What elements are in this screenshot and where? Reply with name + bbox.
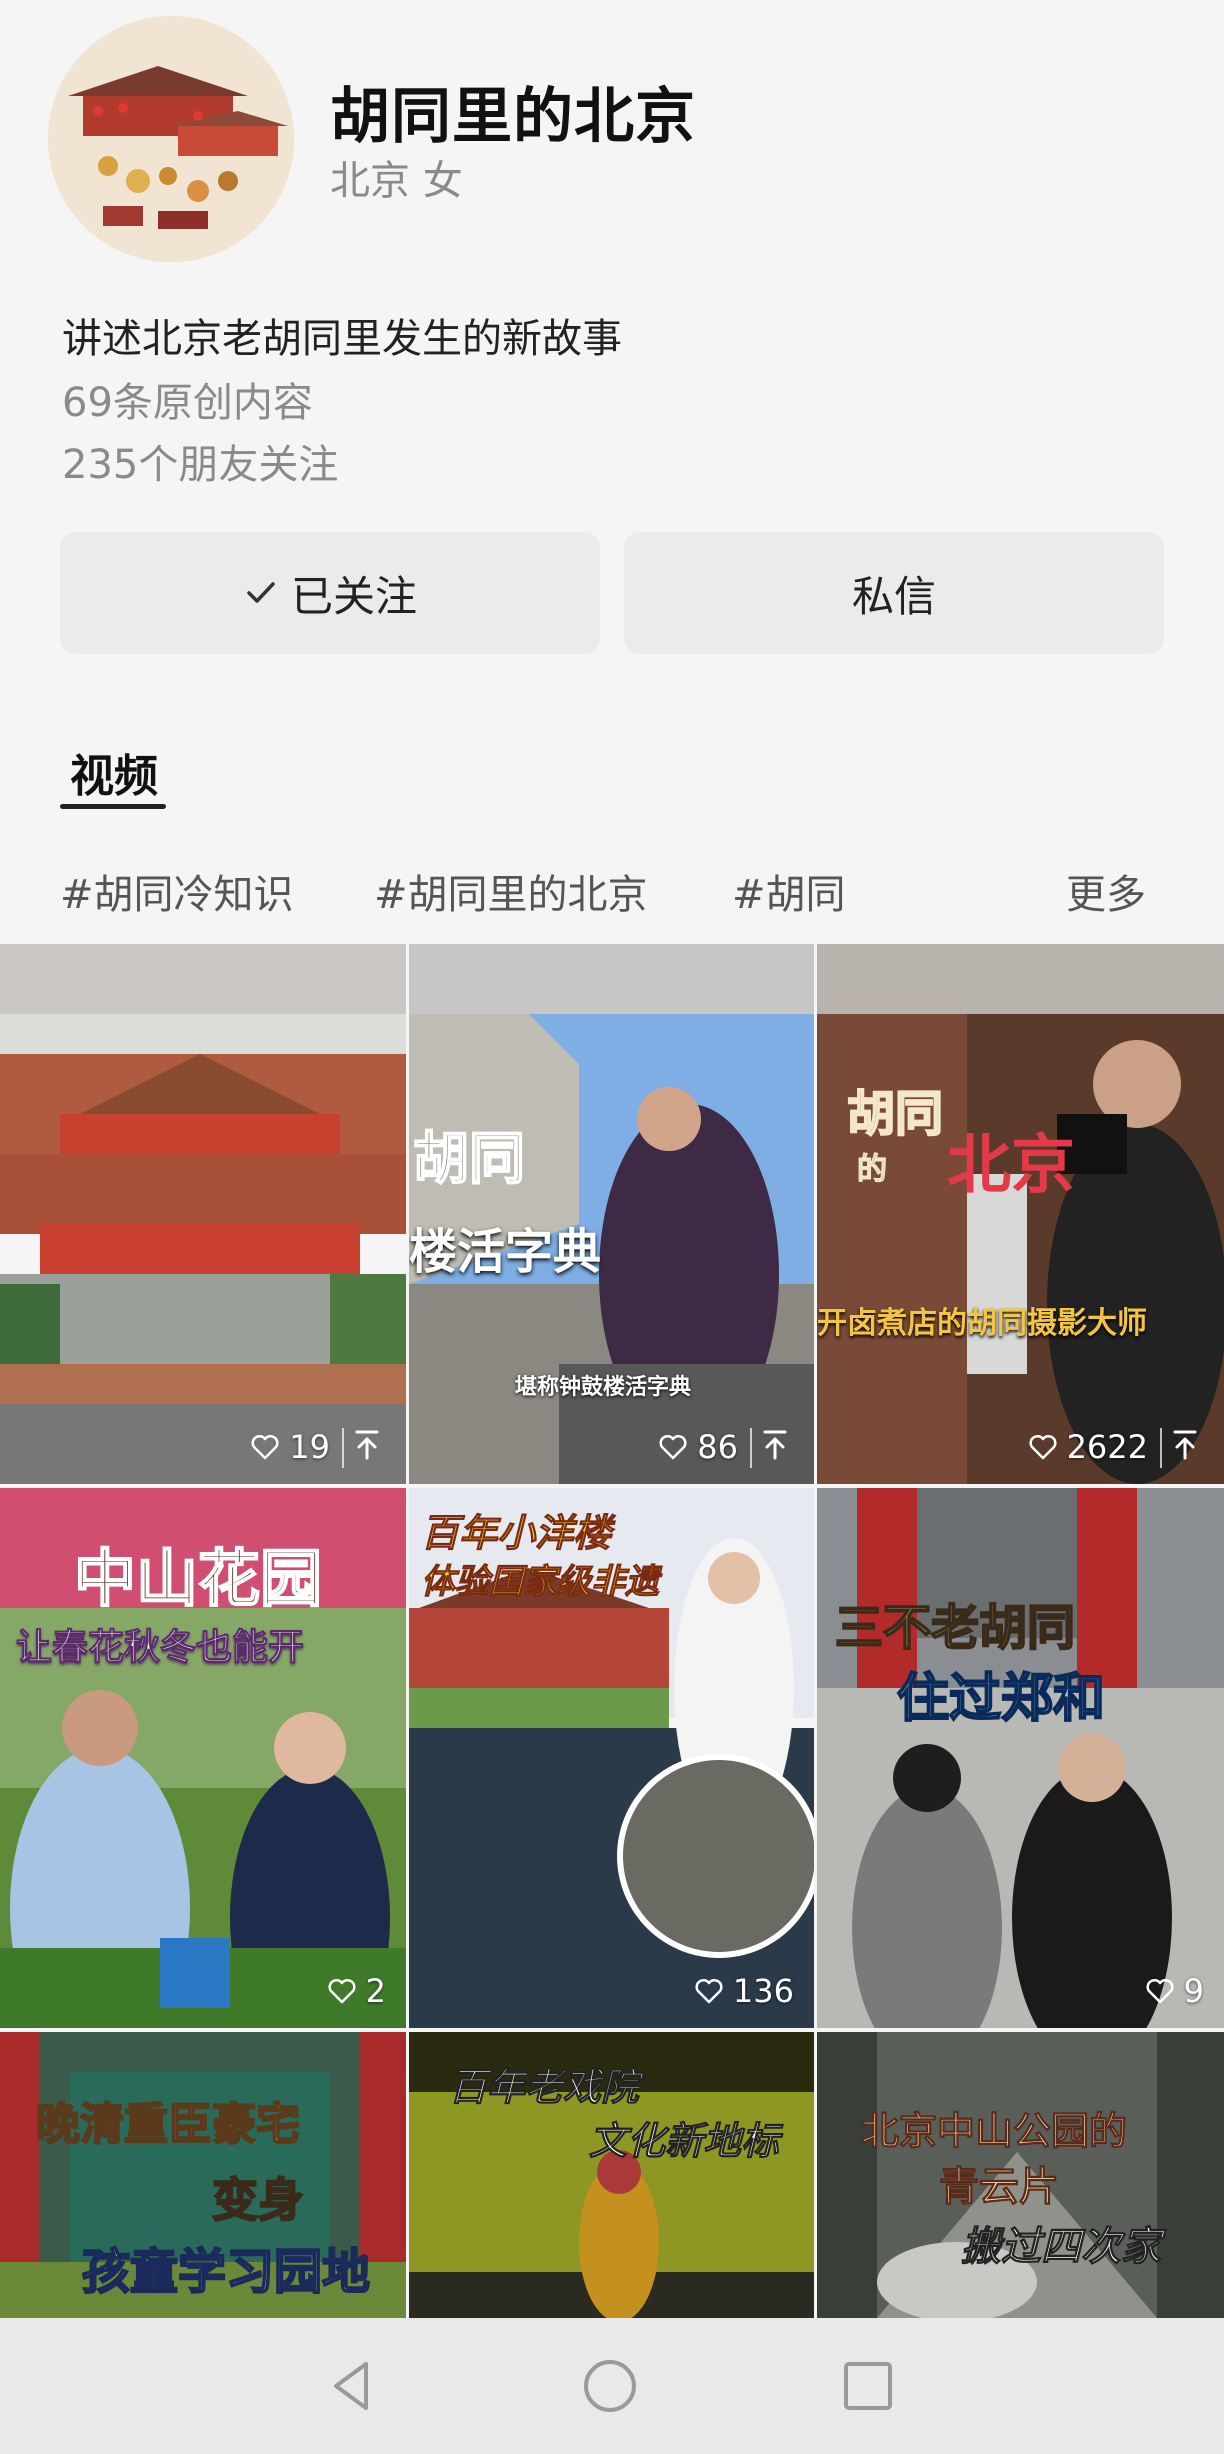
heart-icon bbox=[695, 1978, 723, 2004]
tags-more-button[interactable]: 更多 bbox=[1066, 862, 1146, 920]
system-navigation-bar bbox=[0, 2318, 1224, 2454]
tab-active-indicator bbox=[60, 804, 166, 809]
video-overlay-subtitle: 搬过四次家 bbox=[961, 2223, 1162, 2271]
video-overlay-subtitle: 让春花秋冬也能开 bbox=[15, 1626, 305, 1669]
video-tile[interactable]: 中山花园 让春花秋冬也能开 2 bbox=[0, 1488, 406, 2028]
like-count: 86 bbox=[657, 1428, 738, 1466]
like-count: 2 bbox=[326, 1972, 386, 2010]
like-count: 9 bbox=[1144, 1972, 1204, 2010]
tag-bar: #胡同冷知识 #胡同里的北京 #胡同 更多 bbox=[0, 862, 1224, 922]
illustrated-hutong-avatar-icon bbox=[48, 16, 294, 262]
profile-location-gender: 北京 女 bbox=[330, 158, 463, 204]
message-button-label: 私信 bbox=[851, 571, 936, 621]
video-overlay-title: 三不老胡同 bbox=[834, 1599, 1076, 1657]
like-count: 136 bbox=[693, 1972, 794, 2010]
video-overlay-title: 百年老戏院 bbox=[448, 2064, 640, 2110]
video-thumbnail bbox=[817, 1488, 1224, 2028]
video-thumbnail bbox=[0, 944, 406, 1484]
like-count: 2622 bbox=[1027, 1428, 1148, 1466]
pin-top-icon bbox=[1160, 1428, 1200, 1468]
pin-top-icon bbox=[750, 1428, 790, 1468]
video-overlay-title: 百年小洋楼 bbox=[420, 1510, 612, 1556]
circle-home-icon[interactable] bbox=[580, 2356, 640, 2416]
video-overlay-caption: 堪称钟鼓楼活字典 bbox=[515, 1374, 692, 1400]
video-overlay-title: 中山花园 bbox=[73, 1541, 323, 1616]
video-overlay-subtitle: 孩童学习园地 bbox=[81, 2243, 371, 2301]
original-content-count: 69条原创内容 bbox=[62, 380, 313, 426]
video-overlay-word: 青云片 bbox=[939, 2163, 1060, 2211]
video-overlay-subtitle: 楼活字典 bbox=[409, 1224, 602, 1280]
video-overlay-title: 北京中山公园的 bbox=[860, 2108, 1128, 2154]
video-overlay-word: 变身 bbox=[211, 2172, 305, 2228]
video-tile[interactable]: 晚清重臣豪宅 变身 孩童学习园地 bbox=[0, 2032, 406, 2318]
checkmark-icon bbox=[247, 582, 275, 603]
video-overlay-title: 胡同 bbox=[846, 1085, 944, 1143]
tag-hutong-trivia[interactable]: #胡同冷知识 bbox=[60, 862, 294, 920]
avatar[interactable] bbox=[48, 16, 294, 262]
pin-top-icon bbox=[342, 1428, 382, 1468]
video-overlay-subtitle: 住过郑和 bbox=[896, 1667, 1106, 1730]
video-tile[interactable]: 北京中山公园的 青云片 搬过四次家 bbox=[817, 2032, 1224, 2318]
message-button[interactable]: 私信 bbox=[624, 532, 1164, 654]
followed-button-label: 已关注 bbox=[290, 571, 417, 621]
heart-icon bbox=[328, 1978, 356, 2004]
heart-icon bbox=[1029, 1434, 1057, 1460]
triangle-back-icon[interactable] bbox=[322, 2356, 382, 2416]
heart-icon bbox=[1146, 1978, 1174, 2004]
video-overlay-subtitle: 体验国家级非遗 bbox=[421, 1562, 660, 1603]
profile-name: 胡同里的北京 bbox=[330, 82, 696, 152]
video-tile[interactable]: 百年老戏院 文化新地标 bbox=[409, 2032, 814, 2318]
video-tile[interactable]: 胡同 的 北京 开卤煮店的胡同摄影大师 2622 bbox=[817, 944, 1224, 1484]
video-overlay-title: 晚清重臣豪宅 bbox=[35, 2098, 301, 2151]
square-recents-icon[interactable] bbox=[838, 2356, 898, 2416]
video-overlay-title: 胡同 bbox=[412, 1125, 526, 1193]
video-tile[interactable]: 百年小洋楼 体验国家级非遗 136 bbox=[409, 1488, 814, 2028]
friends-following-count: 235个朋友关注 bbox=[62, 442, 339, 488]
video-tile[interactable]: 19 bbox=[0, 944, 406, 1484]
video-thumbnail bbox=[817, 944, 1224, 1484]
video-overlay-city: 北京 bbox=[947, 1128, 1075, 1203]
tag-hutong[interactable]: #胡同 bbox=[732, 862, 846, 920]
tab-videos[interactable]: 视频 bbox=[70, 740, 158, 804]
heart-icon bbox=[659, 1434, 687, 1460]
profile-bio: 讲述北京老胡同里发生的新故事 bbox=[62, 316, 622, 362]
followed-button[interactable]: 已关注 bbox=[60, 532, 600, 654]
video-tile[interactable]: 三不老胡同 住过郑和 9 bbox=[817, 1488, 1224, 2028]
like-count: 19 bbox=[249, 1428, 330, 1466]
video-overlay-word: 的 bbox=[857, 1152, 888, 1188]
heart-icon bbox=[251, 1434, 279, 1460]
video-overlay-subtitle: 文化新地标 bbox=[588, 2118, 780, 2164]
video-overlay-subtitle: 开卤煮店的胡同摄影大师 bbox=[817, 1306, 1147, 1341]
tag-beijing-in-hutong[interactable]: #胡同里的北京 bbox=[374, 862, 648, 920]
video-tile[interactable]: 胡同 楼活字典 堪称钟鼓楼活字典 86 bbox=[409, 944, 814, 1484]
